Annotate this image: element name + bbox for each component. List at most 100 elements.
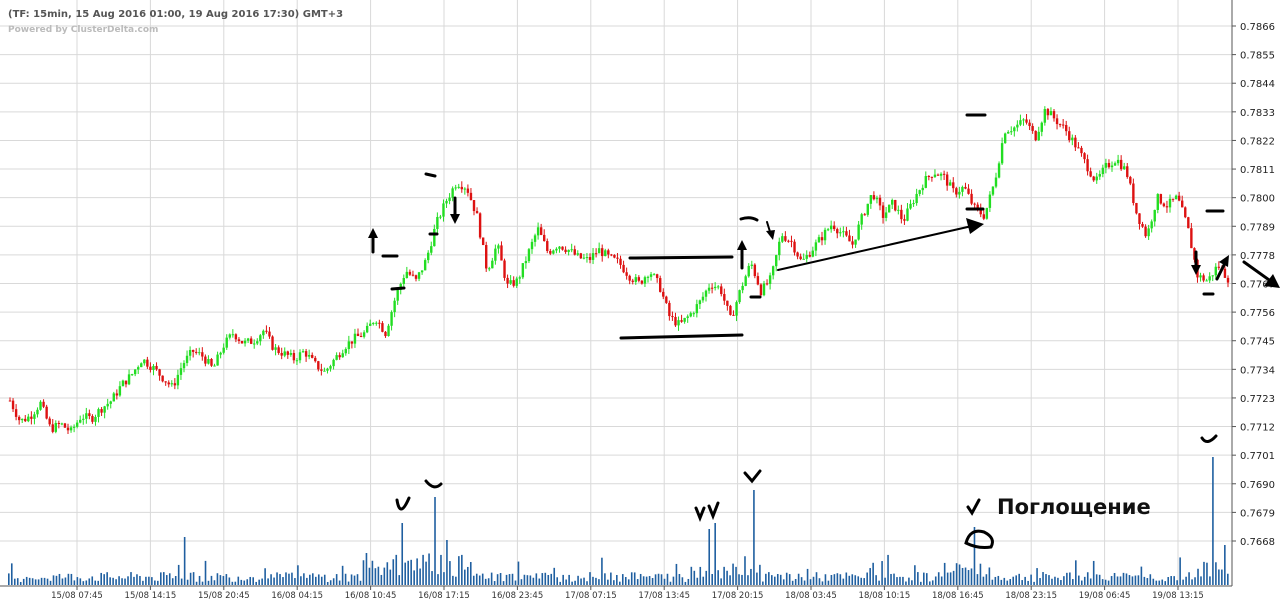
candle-body xyxy=(610,254,613,256)
candle-body xyxy=(778,241,781,256)
candle-body xyxy=(985,207,989,219)
volume-bar xyxy=(1161,579,1164,585)
candle-body xyxy=(1028,122,1031,127)
candle-body xyxy=(341,353,344,358)
candle-body xyxy=(659,278,662,292)
volume-bar xyxy=(931,580,934,585)
candle-body xyxy=(726,300,729,306)
volume-bar xyxy=(377,566,380,585)
candle-body xyxy=(720,286,723,295)
candle-body xyxy=(164,381,167,383)
y-tick-label: 0.7701 xyxy=(1240,451,1275,462)
candle-body xyxy=(167,382,170,385)
volume-bar xyxy=(541,573,544,585)
candle-body xyxy=(79,419,82,423)
candle-body xyxy=(988,194,992,208)
candle-body xyxy=(1208,276,1211,281)
candle-body xyxy=(231,334,235,336)
candle-body xyxy=(417,272,421,279)
volume-bar xyxy=(1030,574,1032,585)
candle-body xyxy=(607,250,610,255)
candle-body xyxy=(430,246,433,253)
volume-bar xyxy=(404,562,407,585)
candle-body xyxy=(97,409,100,417)
volume-bar xyxy=(207,580,210,585)
candle-body xyxy=(137,367,140,370)
volume-bar xyxy=(1051,578,1053,585)
x-tick-label: 17/08 07:15 xyxy=(565,591,617,600)
candle-body xyxy=(201,352,204,357)
volume-bar xyxy=(475,573,478,585)
candle-body xyxy=(381,323,384,332)
candle-body xyxy=(1138,213,1141,224)
candle-body xyxy=(14,409,18,417)
volume-bar xyxy=(973,527,976,585)
volume-bar xyxy=(198,575,201,585)
candle-body xyxy=(195,351,198,353)
volume-bar xyxy=(818,578,821,585)
volume-bar xyxy=(964,567,967,585)
candle-body xyxy=(552,250,555,254)
candle-body xyxy=(179,368,183,375)
candle-body xyxy=(903,219,906,221)
volume-bar xyxy=(985,574,988,585)
y-tick-label: 0.7778 xyxy=(1240,251,1275,262)
volume-bar xyxy=(392,559,395,585)
candle-body xyxy=(790,240,793,242)
down-arrow-3-icon xyxy=(1191,265,1201,275)
candle-body xyxy=(396,289,399,301)
volume-bar xyxy=(726,570,728,585)
volume-bar xyxy=(750,568,752,585)
volume-bar xyxy=(478,575,481,585)
volume-bar xyxy=(174,576,177,585)
candle-body xyxy=(253,343,256,345)
volume-bar xyxy=(708,529,711,585)
candle-body xyxy=(805,255,808,259)
candle-body xyxy=(362,332,366,337)
candle-body xyxy=(170,383,173,385)
candle-body xyxy=(475,211,479,214)
candle-body xyxy=(1119,159,1123,170)
candle-body xyxy=(268,331,271,337)
candle-body xyxy=(665,296,668,303)
volume-bar xyxy=(851,574,854,585)
volume-bar xyxy=(255,581,257,585)
candle-body xyxy=(213,365,216,367)
volume-bar xyxy=(678,573,681,585)
candle-body xyxy=(118,386,122,396)
volume-bar xyxy=(88,578,91,585)
volume-bar xyxy=(332,578,335,585)
volume-bar xyxy=(535,573,538,585)
candle-body xyxy=(1019,120,1022,125)
candle-body xyxy=(1144,226,1147,237)
volume-bar xyxy=(490,572,493,585)
candle-body xyxy=(677,320,680,326)
candle-body xyxy=(106,403,109,407)
volume-bar xyxy=(121,578,123,585)
candle-body xyxy=(1058,124,1062,126)
volume-bar xyxy=(395,554,398,585)
volume-bar xyxy=(493,581,496,585)
candle-body xyxy=(915,193,918,204)
volume-bar xyxy=(911,580,913,585)
volume-bar xyxy=(657,573,660,585)
volume-bar xyxy=(1110,576,1113,585)
candle-body xyxy=(378,322,381,324)
candle-body xyxy=(555,248,558,251)
candle-body xyxy=(332,359,335,367)
volume-bar xyxy=(1176,580,1178,585)
candle-body xyxy=(1003,133,1007,144)
volume-bar xyxy=(320,576,323,585)
x-tick-label: 19/08 06:45 xyxy=(1079,591,1131,600)
volume-bar xyxy=(943,562,946,585)
candle-body xyxy=(747,265,750,277)
volume-bar xyxy=(869,568,871,585)
candle-body xyxy=(799,256,802,260)
x-tick-label: 16/08 04:15 xyxy=(271,591,323,600)
volume-bar xyxy=(1203,561,1205,585)
volume-bar xyxy=(183,537,186,585)
trader-annotations xyxy=(368,113,1280,549)
candle-body xyxy=(717,286,720,288)
volume-bar xyxy=(955,563,958,585)
volume-bar xyxy=(946,572,949,585)
